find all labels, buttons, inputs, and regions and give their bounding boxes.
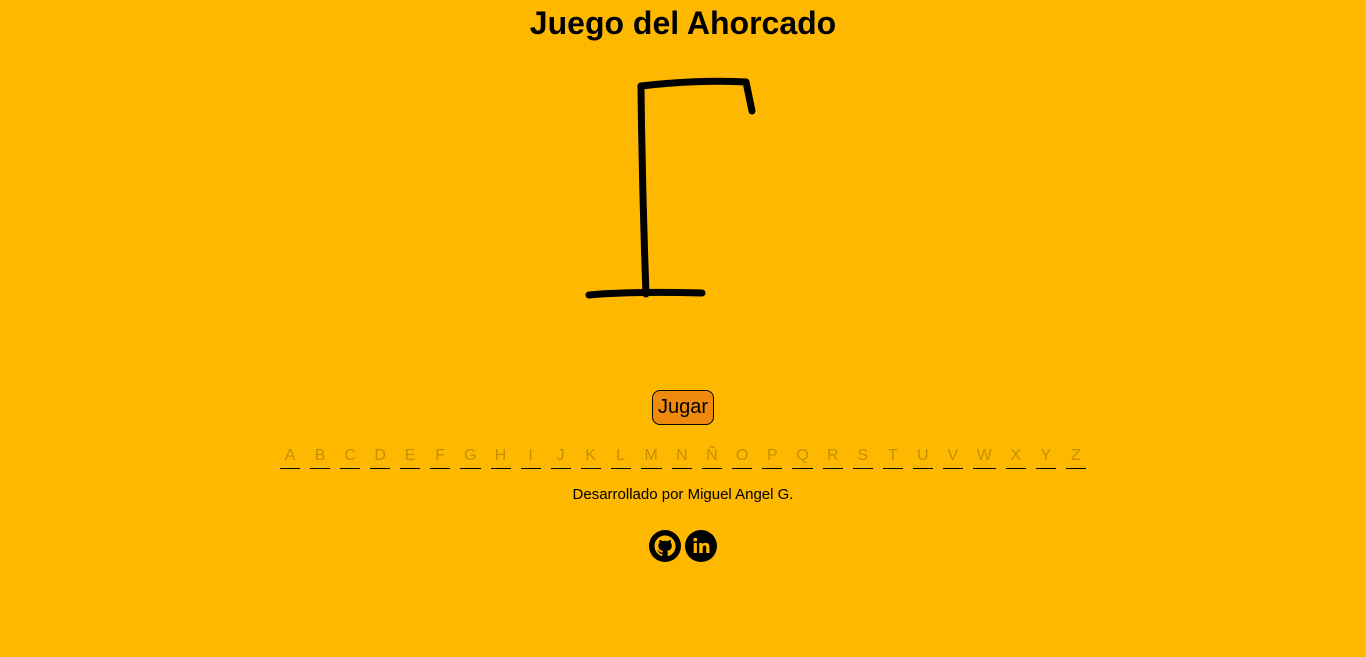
letter-key[interactable]: F <box>430 444 451 469</box>
letter-key[interactable]: C <box>340 444 361 469</box>
letter-keyboard: ABCDEFGHIJKLMNÑOPQRSTUVWXYZ <box>0 444 1366 469</box>
letter-key[interactable]: D <box>370 444 391 469</box>
social-links <box>0 530 1366 562</box>
letter-key[interactable]: Y <box>1035 444 1056 469</box>
letter-key[interactable]: R <box>822 444 843 469</box>
letter-key[interactable]: L <box>610 444 631 469</box>
letter-key[interactable]: X <box>1005 444 1026 469</box>
letter-key[interactable]: U <box>912 444 933 469</box>
gallows-post <box>637 82 650 298</box>
gallows-hook <box>742 78 756 115</box>
gallows-beam <box>637 77 750 90</box>
letter-key[interactable]: K <box>580 444 601 469</box>
letter-key[interactable]: B <box>310 444 331 469</box>
letter-key[interactable]: T <box>882 444 903 469</box>
letter-key[interactable]: G <box>460 444 481 469</box>
letter-key[interactable]: H <box>490 444 511 469</box>
credit-text: Desarrollado por Miguel Angel G. <box>572 486 794 503</box>
letter-key[interactable]: Z <box>1065 444 1086 469</box>
letter-key[interactable]: W <box>972 444 996 469</box>
letter-key[interactable]: N <box>671 444 692 469</box>
play-button[interactable]: Jugar <box>652 390 714 425</box>
letter-key[interactable]: P <box>762 444 783 469</box>
game-page: Juego del Ahorcado Jugar ABCDEFGHIJKLMNÑ… <box>0 0 1366 657</box>
gallows-drawing <box>585 77 756 299</box>
letter-key[interactable]: O <box>731 444 753 469</box>
letter-key[interactable]: J <box>550 444 571 469</box>
letter-key[interactable]: Q <box>792 444 813 469</box>
letter-key[interactable]: M <box>640 444 662 469</box>
page-title: Juego del Ahorcado <box>529 5 837 41</box>
letter-key[interactable]: Ñ <box>701 444 722 469</box>
letter-key[interactable]: E <box>400 444 421 469</box>
linkedin-icon[interactable] <box>685 530 717 562</box>
letter-key[interactable]: V <box>942 444 963 469</box>
github-icon[interactable] <box>649 530 681 562</box>
letter-key[interactable]: I <box>520 444 541 469</box>
letter-key[interactable]: A <box>280 444 301 469</box>
letter-key[interactable]: S <box>852 444 873 469</box>
